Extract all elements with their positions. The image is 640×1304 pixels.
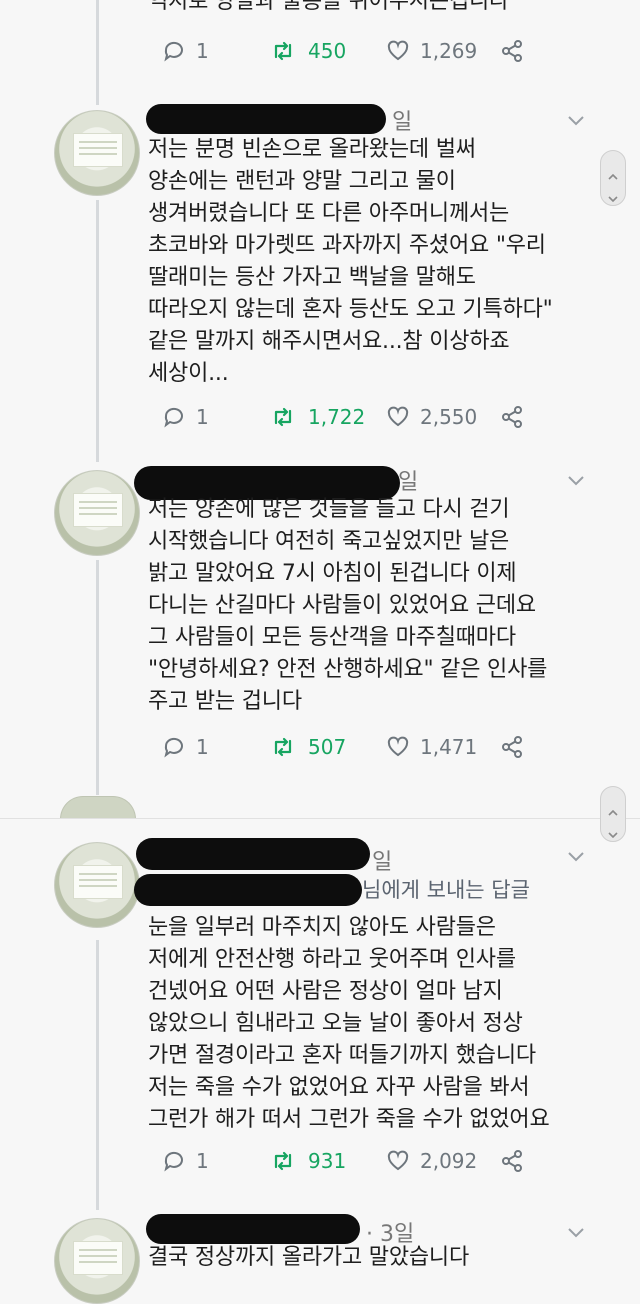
tweet-time: 일 [372,850,393,875]
chevron-down-icon[interactable] [566,846,586,866]
tweet-text: 눈을 일부러 마주치지 않아도 사람들은 저에게 안전산행 하라고 웃어주며 인… [148,915,550,1132]
retweet-count: 931 [308,1149,347,1173]
avatar[interactable] [54,1218,140,1304]
tweet-actions: 1 507 1,471 [162,732,562,762]
thread-line [96,200,99,462]
like-button[interactable]: 2,092 [386,1146,477,1176]
thread-line [96,560,99,795]
reply-count: 1 [196,405,209,429]
retweet-icon [274,1151,292,1171]
retweet-icon [274,737,292,757]
retweet-button[interactable]: 931 [270,1146,346,1176]
redacted-username [146,104,386,134]
share-icon [502,1150,522,1172]
share-button[interactable] [500,1146,524,1176]
like-button[interactable]: 1,471 [386,732,477,762]
chevron-down-icon[interactable] [566,1222,586,1242]
chevron-down-icon[interactable] [566,470,586,490]
retweet-count: 507 [308,735,347,759]
reply-button[interactable]: 1 [162,36,209,66]
reply-count: 1 [196,39,209,63]
avatar[interactable] [54,470,140,556]
tweet-time: 일 [398,470,419,495]
reply-icon [164,407,183,428]
tweet-actions: 1 450 1,269 [162,36,562,66]
tweet-actions: 1 931 2,092 [162,1146,562,1176]
heart-icon [387,1150,409,1171]
share-icon [502,736,522,758]
share-button[interactable] [500,36,524,66]
retweet-icon [274,41,292,61]
share-icon [502,406,522,428]
avatar-fragment [60,796,136,819]
reply-button[interactable]: 1 [162,402,209,432]
reply-icon [164,1151,183,1172]
retweet-count: 1,722 [308,405,366,429]
tweet-text: 저는 분명 빈손으로 올라왔는데 벌써 양손에는 랜턴과 양말 그리고 물이 생… [148,137,553,386]
heart-icon [387,40,409,61]
divider [0,818,640,819]
scrollbar-handle[interactable] [600,150,626,206]
reply-count: 1 [196,1149,209,1173]
like-button[interactable]: 1,269 [386,36,477,66]
tweet-actions: 1 1,722 2,550 [162,402,562,432]
reply-button[interactable]: 1 [162,1146,209,1176]
share-icon [502,40,522,62]
avatar[interactable] [54,842,140,928]
reply-icon [164,41,183,62]
reply-button[interactable]: 1 [162,732,209,762]
reply-icon [164,737,183,758]
like-count: 2,550 [420,405,478,429]
share-button[interactable] [500,732,524,762]
thread-line [96,0,99,105]
like-count: 1,269 [420,39,478,63]
heart-icon [387,736,409,757]
retweet-count: 450 [308,39,347,63]
retweet-button[interactable]: 450 [270,36,346,66]
reply-count: 1 [196,735,209,759]
retweet-icon [274,407,292,427]
heart-icon [387,406,409,427]
scrollbar-handle[interactable] [600,786,626,842]
chevron-down-icon[interactable] [566,110,586,130]
retweet-button[interactable]: 507 [270,732,346,762]
like-count: 1,471 [420,735,478,759]
tweet-text: 결국 정상까지 올라가고 말았습니다 [148,1245,469,1270]
tweet-text: 억지로 양말과 물통을 쥐어주시는겁니다 [148,0,510,14]
retweet-button[interactable]: 1,722 [270,402,365,432]
tweet-text: 저는 양손에 많은 것들을 들고 다시 걷기 시작했습니다 여전히 죽고싶었지만… [148,497,548,714]
redacted-reply-target [134,874,362,906]
thread-line [96,940,99,1210]
redacted-username [146,1214,360,1244]
tweet-time: 일 [392,110,413,135]
reply-to-label: 님에게 보내는 답글 [362,878,530,902]
like-count: 2,092 [420,1149,478,1173]
like-button[interactable]: 2,550 [386,402,477,432]
avatar[interactable] [54,110,140,196]
redacted-username [136,838,370,870]
share-button[interactable] [500,402,524,432]
